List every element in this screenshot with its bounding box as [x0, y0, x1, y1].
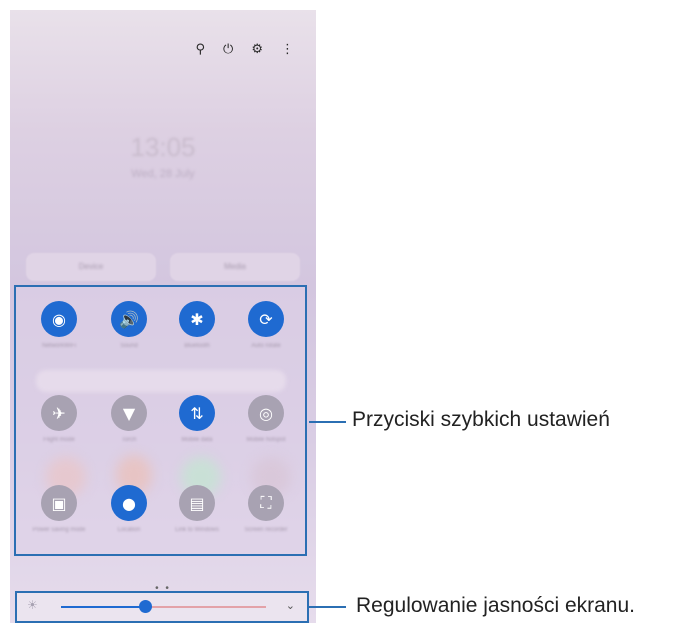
quick-settings-panel: ◉ NetworkWiFi 🔊 Sound ✱ Bluetooth ⟳ Auto… [14, 285, 307, 556]
tile-label: Location [117, 527, 141, 533]
quick-setting-link-to-windows[interactable]: ▤ [179, 485, 215, 521]
callout-brightness: Regulowanie jasności ekranu. [356, 594, 635, 617]
quick-setting-screen-recorder[interactable]: ⛶ [248, 485, 284, 521]
wifi-icon: ◉ [52, 309, 66, 329]
quick-setting-power-saving[interactable]: ▣ [41, 485, 77, 521]
flashlight-icon: ▼ [122, 403, 136, 423]
callout-line-quick-settings [309, 421, 346, 423]
tile-label: Bluetooth [184, 343, 210, 349]
quick-setting-bluetooth[interactable]: ✱ [179, 301, 215, 337]
sun-icon: ☀ [27, 598, 38, 612]
search-icon[interactable]: ⚲ [196, 43, 206, 56]
device-button[interactable]: Device [26, 253, 156, 281]
callout-line-brightness [309, 606, 346, 608]
tile-label: Mobile hotspot [246, 437, 286, 443]
auto-rotate-icon: ⟳ [259, 309, 273, 329]
tile-label: NetworkWiFi [42, 343, 76, 349]
tile-label: Mobile data [181, 437, 213, 443]
more-icon[interactable]: ⋮ [281, 43, 294, 56]
brightness-track-empty [151, 606, 266, 608]
tile-label: Torch [121, 437, 137, 443]
media-button[interactable]: Media [170, 253, 300, 281]
tile-label: Flight mode [43, 437, 75, 443]
hotspot-icon: ◎ [259, 403, 273, 423]
airplane-icon: ✈ [52, 403, 66, 423]
chevron-down-icon[interactable]: ⌄ [286, 599, 295, 612]
power-saving-icon: ▣ [51, 493, 67, 513]
quick-setting-flashlight[interactable]: ▼ [111, 395, 147, 431]
tile-label: Auto rotate [251, 343, 281, 349]
quick-setting-airplane[interactable]: ✈ [41, 395, 77, 431]
power-icon[interactable]: ⏻ [223, 43, 233, 56]
mobile-data-icon: ⇅ [190, 403, 204, 423]
clock-date: Wed, 28 July [131, 168, 195, 180]
quick-setting-wifi[interactable]: ◉ [41, 301, 77, 337]
gear-icon[interactable]: ⚙ [251, 43, 263, 56]
brightness-slider-thumb[interactable] [139, 600, 152, 613]
top-icon-bar: ⚲ ⏻ ⚙ ⋮ [196, 43, 294, 56]
sound-icon: 🔊 [119, 309, 139, 329]
screen-recorder-icon: ⛶ [260, 493, 272, 512]
tile-label: Link to Windows [175, 527, 219, 533]
bluetooth-icon: ✱ [190, 309, 204, 329]
brightness-track-filled [61, 606, 146, 608]
brightness-bar: ☀ ⌄ [15, 591, 309, 623]
quick-setting-mobile-data[interactable]: ⇅ [179, 395, 215, 431]
quick-setting-hotspot[interactable]: ◎ [248, 395, 284, 431]
quick-setting-location[interactable]: ● [111, 485, 147, 521]
tile-label: Screen recorder [244, 527, 288, 533]
callout-quick-settings: Przyciski szybkich ustawień [352, 408, 610, 431]
quick-setting-sound[interactable]: 🔊 [111, 301, 147, 337]
tile-label: Power saving mode [32, 527, 86, 533]
media-button-label: Media [224, 262, 246, 271]
clock-time: 13:05 [130, 132, 196, 162]
link-to-windows-icon: ▤ [189, 493, 205, 513]
location-icon: ● [122, 493, 136, 513]
tile-label: Sound [120, 343, 138, 349]
device-button-label: Device [78, 262, 104, 271]
quick-settings-divider [36, 370, 286, 392]
quick-setting-auto-rotate[interactable]: ⟳ [248, 301, 284, 337]
